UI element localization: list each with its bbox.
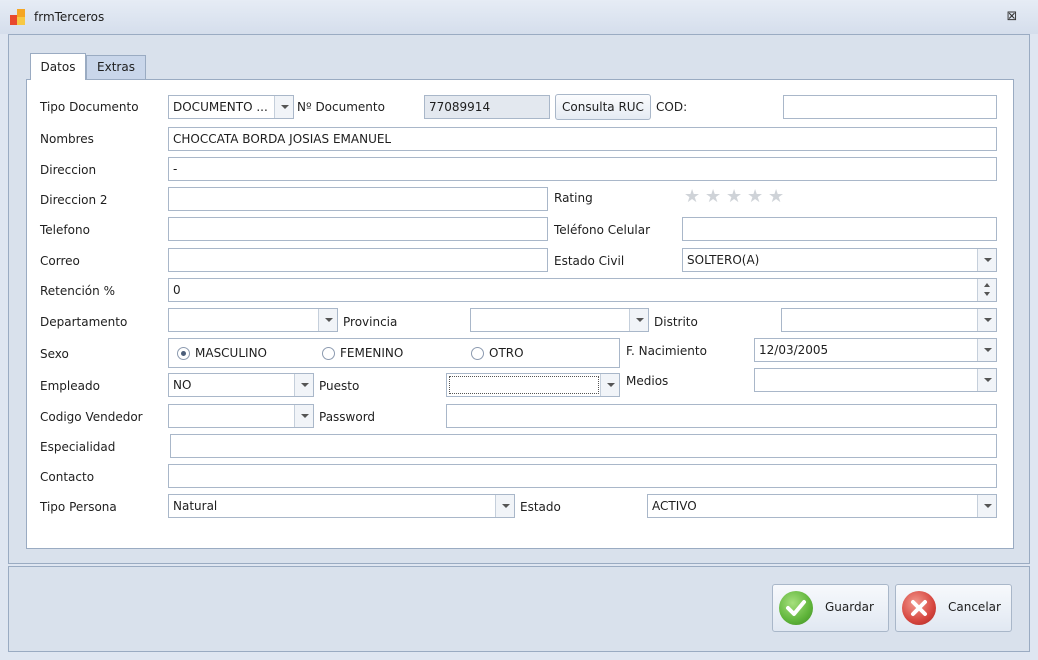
estado-civil-value: SOLTERO(A) [687, 253, 760, 267]
tipo-persona-label: Tipo Persona [40, 500, 117, 514]
tipo-documento-select[interactable]: DOCUMENTO ... [168, 95, 294, 119]
correo-label: Correo [40, 254, 80, 268]
radio-femenino[interactable] [322, 347, 335, 360]
chevron-down-icon[interactable] [977, 309, 996, 331]
direccion2-field[interactable] [168, 187, 548, 211]
radio-otro[interactable] [471, 347, 484, 360]
tipo-persona-select[interactable]: Natural [168, 494, 515, 518]
sexo-label: Sexo [40, 347, 69, 361]
tab-datos[interactable]: Datos [30, 53, 86, 80]
codigo-vendedor-select[interactable] [168, 404, 314, 428]
radio-masculino[interactable] [177, 347, 190, 360]
close-icon[interactable]: ⊠ [1002, 8, 1022, 26]
estado-label: Estado [520, 500, 561, 514]
numero-documento-label: Nº Documento [297, 100, 385, 114]
telefono-field[interactable] [168, 217, 548, 241]
direccion-field[interactable]: - [168, 157, 997, 181]
spinner-arrows[interactable] [977, 279, 996, 301]
tab-extras[interactable]: Extras [86, 55, 146, 79]
estado-civil-select[interactable]: SOLTERO(A) [682, 248, 997, 272]
empleado-value: NO [173, 378, 192, 392]
chevron-down-icon[interactable] [977, 249, 996, 271]
codigo-vendedor-label: Codigo Vendedor [40, 410, 143, 424]
star-icon[interactable]: ★ [705, 188, 721, 206]
focus-rectangle [449, 376, 599, 394]
empleado-select[interactable]: NO [168, 373, 314, 397]
tipo-persona-value: Natural [173, 499, 218, 513]
numero-documento-field[interactable]: 77089914 [424, 95, 550, 119]
especialidad-field[interactable] [170, 434, 997, 458]
medios-select[interactable] [754, 368, 997, 392]
rating-label: Rating [554, 191, 593, 205]
tipo-documento-value: DOCUMENTO ... [173, 100, 268, 114]
especialidad-label: Especialidad [40, 440, 116, 454]
chevron-down-icon[interactable] [977, 369, 996, 391]
nombres-field[interactable]: CHOCCATA BORDA JOSIAS EMANUEL [168, 127, 997, 151]
cancelar-button[interactable]: Cancelar [895, 584, 1012, 632]
tipo-documento-label: Tipo Documento [40, 100, 139, 114]
guardar-label: Guardar [825, 600, 874, 614]
estado-select[interactable]: ACTIVO [647, 494, 997, 518]
estado-civil-label: Estado Civil [554, 254, 625, 268]
direccion-label: Direccion [40, 163, 97, 177]
puesto-label: Puesto [319, 379, 360, 393]
radio-otro-label[interactable]: OTRO [489, 346, 524, 360]
star-icon[interactable]: ★ [726, 188, 742, 206]
cancel-icon [902, 591, 936, 625]
departamento-label: Departamento [40, 315, 128, 329]
telefono-label: Telefono [40, 223, 90, 237]
departamento-select[interactable] [168, 308, 338, 332]
radio-femenino-label[interactable]: FEMENINO [340, 346, 403, 360]
star-icon[interactable]: ★ [768, 188, 784, 206]
chevron-down-icon[interactable] [977, 339, 996, 361]
consulta-ruc-button[interactable]: Consulta RUC [555, 94, 651, 120]
medios-label: Medios [626, 374, 669, 388]
empleado-label: Empleado [40, 379, 100, 393]
chevron-down-icon[interactable] [294, 374, 313, 396]
title-bar [0, 0, 1038, 34]
estado-value: ACTIVO [652, 499, 697, 513]
chevron-down-icon[interactable] [977, 495, 996, 517]
radio-masculino-label[interactable]: MASCULINO [195, 346, 267, 360]
f-nacimiento-label: F. Nacimiento [626, 344, 707, 358]
star-icon[interactable]: ★ [747, 188, 763, 206]
chevron-down-icon[interactable] [495, 495, 514, 517]
cod-field[interactable] [783, 95, 997, 119]
password-label: Password [319, 410, 376, 424]
chevron-down-icon[interactable] [318, 309, 337, 331]
sexo-radio-group: MASCULINO FEMENINO OTRO [168, 338, 620, 368]
f-nacimiento-picker[interactable]: 12/03/2005 [754, 338, 997, 362]
rating-stars[interactable]: ★ ★ ★ ★ ★ [684, 188, 794, 208]
telefono-celular-field[interactable] [682, 217, 997, 241]
app-icon [10, 9, 28, 25]
distrito-label: Distrito [654, 315, 698, 329]
correo-field[interactable] [168, 248, 548, 272]
provincia-select[interactable] [470, 308, 649, 332]
retencion-label: Retención % [40, 284, 115, 298]
contacto-field[interactable] [168, 464, 997, 488]
f-nacimiento-value: 12/03/2005 [759, 343, 829, 357]
direccion2-label: Direccion 2 [40, 193, 108, 207]
star-icon[interactable]: ★ [684, 188, 700, 206]
chevron-up-icon[interactable] [984, 283, 990, 287]
cancelar-label: Cancelar [948, 600, 1001, 614]
nombres-label: Nombres [40, 132, 94, 146]
password-field[interactable] [446, 404, 997, 428]
chevron-down-icon[interactable] [629, 309, 648, 331]
retencion-value: 0 [173, 283, 181, 297]
chevron-down-icon[interactable] [984, 292, 990, 296]
distrito-select[interactable] [781, 308, 997, 332]
chevron-down-icon[interactable] [294, 405, 313, 427]
checkmark-icon [779, 591, 813, 625]
chevron-down-icon[interactable] [274, 96, 293, 118]
guardar-button[interactable]: Guardar [772, 584, 889, 632]
chevron-down-icon[interactable] [600, 374, 619, 396]
contacto-label: Contacto [40, 470, 95, 484]
telefono-celular-label: Teléfono Celular [554, 223, 651, 237]
cod-label: COD: [656, 100, 688, 114]
retencion-spinner[interactable]: 0 [168, 278, 997, 302]
puesto-select[interactable] [446, 373, 620, 397]
window-title: frmTerceros [34, 10, 105, 24]
provincia-label: Provincia [343, 315, 398, 329]
